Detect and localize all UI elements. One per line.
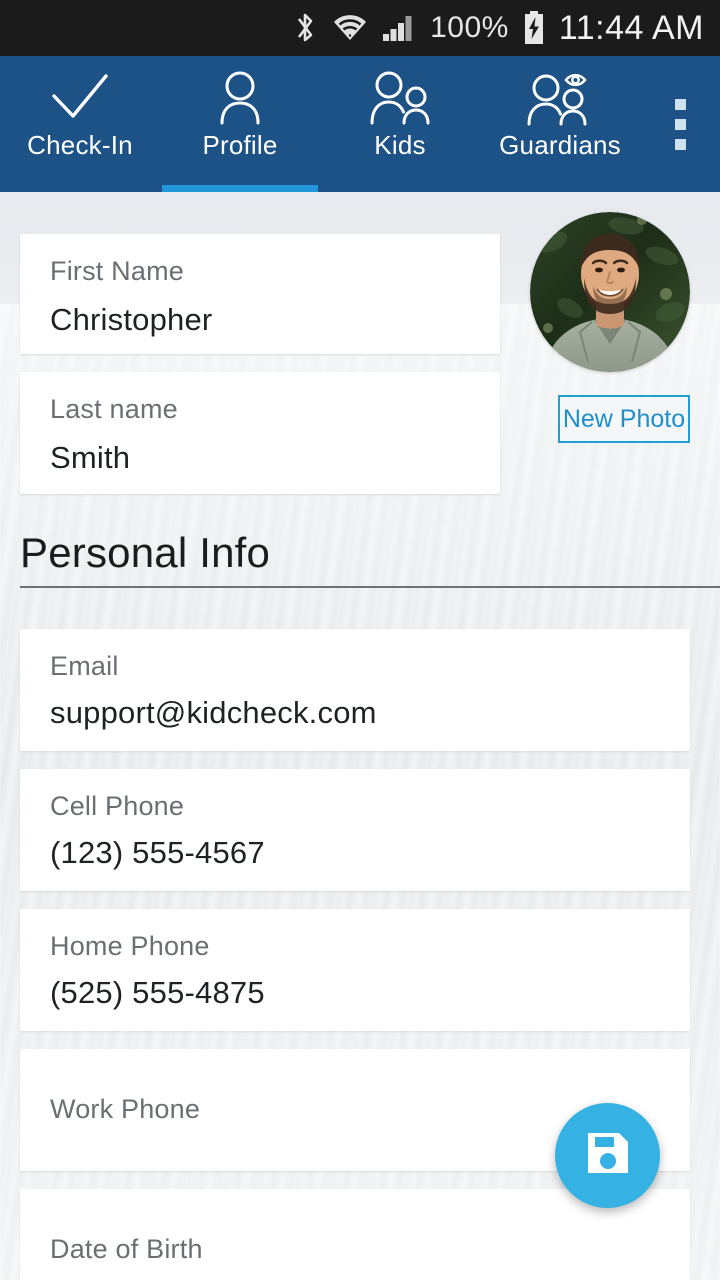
overflow-menu-button[interactable] [640,56,720,192]
personal-info-header: Personal Info [20,532,720,588]
cellular-signal-icon [382,14,416,42]
status-bar: 100% 11:44 AM [0,0,720,56]
more-vertical-icon [674,138,686,150]
avatar[interactable] [530,212,690,372]
save-floppy-icon [583,1128,633,1183]
first-name-field[interactable]: First Name Christopher [20,234,500,354]
save-button[interactable] [555,1103,660,1208]
email-field[interactable]: Email support@kidcheck.com [20,629,690,751]
cell-phone-field[interactable]: Cell Phone (123) 555-4567 [20,769,690,891]
first-name-value: Christopher [50,302,213,337]
top-navigation-bar: Check-In Profile Kids Guardians [0,56,720,192]
work-phone-label: Work Phone [50,1094,201,1124]
home-phone-label: Home Phone [50,931,210,961]
new-photo-button[interactable]: New Photo [558,395,690,443]
tab-bar: Check-In Profile Kids Guardians [0,56,640,192]
tab-kids[interactable]: Kids [320,56,480,192]
tab-check-in[interactable]: Check-In [0,56,160,192]
email-value: support@kidcheck.com [50,695,377,730]
tab-guardians-label: Guardians [499,130,621,160]
last-name-label: Last name [50,394,178,424]
home-phone-value: (525) 555-4875 [50,975,265,1010]
first-name-label: First Name [50,256,185,286]
home-phone-field[interactable]: Home Phone (525) 555-4875 [20,909,690,1031]
cell-phone-label: Cell Phone [50,791,185,821]
wifi-icon [332,14,368,42]
tab-profile-label: Profile [202,130,278,160]
name-section: First Name Christopher Last name Smith N… [0,192,720,502]
tab-guardians[interactable]: Guardians [480,56,640,192]
bluetooth-icon [292,11,318,45]
cell-phone-value: (123) 555-4567 [50,835,265,870]
adult-and-child-icon [365,70,435,126]
tab-kids-label: Kids [374,130,426,160]
guardians-eye-icon [522,70,598,126]
date-of-birth-label: Date of Birth [50,1234,203,1264]
new-photo-label: New Photo [562,404,686,433]
title-divider [20,586,720,588]
checkmark-icon [49,70,111,126]
tab-check-in-label: Check-In [27,130,133,160]
person-icon [214,70,266,126]
email-label: Email [50,651,119,681]
battery-charging-icon [523,11,545,45]
clock-label: 11:44 AM [558,8,704,47]
last-name-value: Smith [50,440,131,475]
page-title: Personal Info [20,529,271,576]
tab-profile[interactable]: Profile [160,56,320,192]
more-vertical-icon [674,118,686,130]
battery-percent-label: 100% [430,11,509,44]
last-name-field[interactable]: Last name Smith [20,372,500,494]
more-vertical-icon [674,98,686,110]
